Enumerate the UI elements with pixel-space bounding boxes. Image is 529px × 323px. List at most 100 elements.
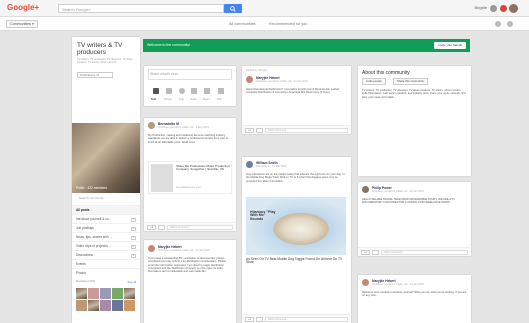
author-avatar[interactable] <box>148 245 155 252</box>
user-avatar[interactable] <box>509 4 518 13</box>
add-comment-input[interactable]: Add a comment... <box>167 225 233 230</box>
notifications-icon[interactable] <box>500 5 507 12</box>
composer-link-action[interactable]: Link <box>179 98 184 101</box>
communities-dropdown[interactable]: Communities ▾ <box>6 20 38 28</box>
composer-poll-action[interactable]: Poll <box>217 98 221 101</box>
community-members-count: Public · 422 members <box>76 186 108 190</box>
nav-video-clips[interactable]: Video clips of project/s ... 1 <box>72 241 140 250</box>
post-body: Dog educations are on the market today t… <box>246 173 345 183</box>
add-comment-input[interactable]: Add a comment... <box>265 128 348 133</box>
poll-icon <box>218 88 224 94</box>
nav-label: Discussions <box>76 253 94 257</box>
author-avatar[interactable] <box>362 279 369 286</box>
video-icon <box>191 88 197 94</box>
link-title: Share Mo Productions Music Production Co… <box>176 164 230 172</box>
post-actions: +1 Add a comment... <box>144 222 236 231</box>
composer-event-action[interactable]: Event <box>203 98 210 101</box>
sub-bar: Communities ▾ All communities Recommende… <box>0 17 529 31</box>
nav-discussions[interactable]: Discussions 1 <box>72 250 140 259</box>
composer-text-action[interactable]: Text <box>151 98 156 101</box>
post-meta: Discussions · 14 Mar 2017 <box>256 165 287 168</box>
author-avatar[interactable] <box>246 161 253 168</box>
post-card: Posted by Maryjke Maryjke Hebert Introdu… <box>242 66 351 134</box>
plus-one-button[interactable]: +1 <box>245 317 254 322</box>
author-avatar[interactable] <box>148 122 155 129</box>
member-avatar[interactable] <box>88 288 99 299</box>
member-avatar[interactable] <box>124 288 135 299</box>
notifications-toggle[interactable]: Notifications off <box>77 72 113 78</box>
community-search-placeholder: Search community <box>79 196 104 200</box>
share-icon[interactable] <box>372 250 379 255</box>
camera-icon <box>166 88 172 94</box>
share-icon[interactable] <box>256 317 263 322</box>
link-preview[interactable]: Share Mo Productions Music Production Co… <box>148 161 232 194</box>
link-url: bernadettemusic.com <box>176 186 201 189</box>
share-icon[interactable] <box>507 21 513 27</box>
nav-job-postings[interactable]: Job postings 1 <box>72 223 140 232</box>
see-all-members-link[interactable]: See all <box>127 280 136 284</box>
post-category: Posted by Maryjke <box>246 69 268 72</box>
google-plus-logo[interactable]: Google+ <box>7 3 39 12</box>
link-thumbnail <box>151 164 173 192</box>
nav-count: 1 <box>131 226 136 231</box>
user-name[interactable]: Birgitte <box>475 5 487 14</box>
nav-count: 1 <box>131 244 136 249</box>
post-card: William Smith Discussions · 14 Mar 2017 … <box>242 157 351 323</box>
composer-video-action[interactable]: Video <box>190 98 197 101</box>
post-composer[interactable]: Share what's new... Text Photos Link Vid… <box>144 66 236 106</box>
add-comment-input[interactable]: Add a comment... <box>381 250 468 255</box>
nav-count: 1 <box>131 253 136 258</box>
plus-one-button[interactable]: +1 <box>361 250 370 255</box>
member-avatar[interactable] <box>112 300 123 311</box>
member-avatar[interactable] <box>76 300 87 311</box>
post-body: My Production, casting and marketing ser… <box>148 134 229 144</box>
tab-recommended[interactable]: Recommended for you <box>269 22 307 26</box>
nav-count: 1 <box>131 217 136 222</box>
community-search-input[interactable]: Search community <box>74 195 138 202</box>
share-icon[interactable] <box>256 128 263 133</box>
nav-all-posts[interactable]: All posts <box>72 205 140 214</box>
invite-friends-button[interactable]: Invite your friends <box>434 42 466 49</box>
member-avatar[interactable] <box>112 288 123 299</box>
plus-one-button[interactable]: +1 <box>147 225 156 230</box>
author-avatar[interactable] <box>362 186 369 193</box>
share-icon[interactable] <box>158 225 165 230</box>
apps-icon[interactable] <box>490 5 497 12</box>
plus-one-button[interactable]: +1 <box>245 128 254 133</box>
nav-events[interactable]: Events <box>72 259 140 268</box>
post-actions: +1 Add a comment... <box>242 125 351 134</box>
author-avatar[interactable] <box>246 76 253 83</box>
event-icon <box>204 88 210 94</box>
nav-introduce-yourself[interactable]: Introduce yourself & co... 1 <box>72 214 140 223</box>
nav-count: 1 <box>131 235 136 240</box>
dog-image[interactable]: Hilarious "Play With Me" Sounds <box>246 197 346 255</box>
composer-box[interactable] <box>148 69 232 80</box>
post-meta: Introduce yourself & collab..vid · 22 Ja… <box>372 190 424 193</box>
search-button[interactable] <box>224 4 242 13</box>
invite-people-button[interactable]: Invite people <box>362 78 386 85</box>
post-body: Welcome new members introduce yourself! … <box>362 291 467 298</box>
post-meta: Introduce yourself & collab..vid · 24 Ja… <box>372 283 424 286</box>
settings-icon[interactable] <box>495 21 501 27</box>
nav-label: News, tips, shares with ... <box>76 235 113 239</box>
post-body: Need international distribution? I speci… <box>246 88 340 95</box>
link-title[interactable]: As Seen On TV Best Mobile Dog Toggle Fou… <box>246 257 346 265</box>
nav-label: Video clips of project/s ... <box>76 244 112 248</box>
post-meta: Introduce yourself & collab..vid · 24 Ja… <box>158 249 210 252</box>
add-comment-input[interactable]: Add a comment... <box>265 317 348 322</box>
tab-all-communities[interactable]: All communities <box>229 22 256 26</box>
nav-news-tips[interactable]: News, tips, shares with ... 1 <box>72 232 140 241</box>
post-card: Maryjke Hebert Introduce yourself & coll… <box>358 275 471 323</box>
nav-label: Job postings <box>76 226 94 230</box>
nav-photos[interactable]: Photos <box>72 268 140 277</box>
member-avatar[interactable] <box>100 288 111 299</box>
member-avatar[interactable] <box>88 300 99 311</box>
post-card: Maryjke Hebert Introduce yourself & coll… <box>144 240 236 323</box>
member-avatar[interactable] <box>76 288 87 299</box>
member-avatar[interactable] <box>100 300 111 311</box>
share-community-button[interactable]: Share this community <box>393 78 428 85</box>
search-placeholder: Search Google+ <box>62 6 92 12</box>
composer-photos-action[interactable]: Photos <box>164 98 172 101</box>
member-avatar[interactable] <box>124 300 135 311</box>
search-input[interactable]: Search Google+ <box>58 4 224 13</box>
